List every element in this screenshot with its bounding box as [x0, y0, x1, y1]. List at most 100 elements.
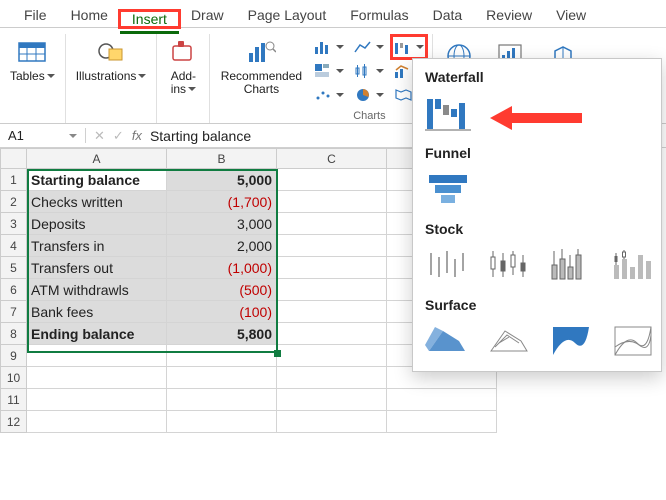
table-icon [16, 36, 48, 68]
row-header[interactable]: 4 [1, 235, 27, 257]
cell[interactable]: Ending balance [27, 323, 167, 345]
cell[interactable] [167, 389, 277, 411]
cell[interactable]: 5,800 [167, 323, 277, 345]
cell[interactable]: 5,000 [167, 169, 277, 191]
surface-thumb-4[interactable] [611, 321, 655, 361]
cell[interactable] [277, 213, 387, 235]
cell[interactable] [27, 345, 167, 367]
row-header[interactable]: 2 [1, 191, 27, 213]
cell[interactable]: ATM withdrawls [27, 279, 167, 301]
cell[interactable] [27, 389, 167, 411]
cell[interactable] [167, 367, 277, 389]
panel-section-stock: Stock [425, 221, 649, 237]
row-header[interactable]: 3 [1, 213, 27, 235]
name-box-value: A1 [8, 128, 24, 143]
cancel-icon[interactable]: ✕ [94, 128, 105, 144]
cell[interactable] [277, 235, 387, 257]
row-header[interactable]: 9 [1, 345, 27, 367]
cell[interactable]: (100) [167, 301, 277, 323]
statistic-chart-button[interactable] [352, 60, 386, 82]
surface-thumb-1[interactable] [425, 321, 469, 361]
cell[interactable]: Checks written [27, 191, 167, 213]
waterfall-thumb[interactable] [425, 93, 471, 133]
funnel-thumb[interactable] [425, 169, 471, 209]
tab-review[interactable]: Review [474, 2, 544, 27]
cell[interactable] [277, 345, 387, 367]
select-all-corner[interactable] [1, 149, 27, 169]
stock-thumb-2[interactable] [487, 245, 531, 285]
cell[interactable]: Deposits [27, 213, 167, 235]
cell[interactable]: 2,000 [167, 235, 277, 257]
row-header[interactable]: 5 [1, 257, 27, 279]
tab-data[interactable]: Data [421, 2, 475, 27]
column-chart-button[interactable] [312, 36, 346, 58]
cell[interactable] [277, 169, 387, 191]
cell[interactable] [277, 191, 387, 213]
addins-button[interactable]: Add- ins [163, 34, 203, 98]
name-box[interactable]: A1 [0, 128, 86, 143]
cell[interactable]: Starting balance [27, 169, 167, 191]
scatter-chart-button[interactable] [312, 84, 346, 106]
row-header[interactable]: 6 [1, 279, 27, 301]
cell[interactable] [277, 389, 387, 411]
tab-view[interactable]: View [544, 2, 598, 27]
cell[interactable] [277, 257, 387, 279]
row-header[interactable]: 7 [1, 301, 27, 323]
cell[interactable]: (1,000) [167, 257, 277, 279]
cell[interactable] [167, 345, 277, 367]
panel-section-funnel: Funnel [425, 145, 649, 161]
formula-input[interactable]: Starting balance [150, 128, 251, 144]
waterfall-chart-button[interactable] [392, 36, 426, 58]
fx-icon[interactable]: fx [132, 128, 142, 143]
chart-type-grid [312, 34, 426, 106]
illustrations-button[interactable]: Illustrations [72, 34, 151, 85]
cell[interactable]: Transfers out [27, 257, 167, 279]
tab-home[interactable]: Home [59, 2, 120, 27]
tab-page-layout[interactable]: Page Layout [236, 2, 339, 27]
cell[interactable] [277, 323, 387, 345]
tab-formulas[interactable]: Formulas [338, 2, 420, 27]
row-header[interactable]: 1 [1, 169, 27, 191]
row-header[interactable]: 8 [1, 323, 27, 345]
tab-insert[interactable]: Insert [120, 6, 179, 34]
illustrations-label: Illustrations [76, 70, 147, 83]
pie-chart-button[interactable] [352, 84, 386, 106]
tab-file[interactable]: File [12, 2, 59, 27]
cell[interactable]: (500) [167, 279, 277, 301]
cell[interactable] [27, 367, 167, 389]
column-header-C[interactable]: C [277, 149, 387, 169]
cell[interactable] [387, 411, 497, 433]
cell[interactable]: (1,700) [167, 191, 277, 213]
cell[interactable] [387, 389, 497, 411]
surface-thumb-2[interactable] [487, 321, 531, 361]
cell[interactable] [277, 301, 387, 323]
cell[interactable] [277, 367, 387, 389]
stock-thumb-1[interactable] [425, 245, 469, 285]
cell[interactable] [277, 411, 387, 433]
stock-thumb-3[interactable] [549, 245, 593, 285]
enter-icon[interactable]: ✓ [113, 128, 124, 144]
recommended-charts-icon [245, 36, 277, 68]
tab-draw[interactable]: Draw [179, 2, 236, 27]
cell[interactable] [27, 411, 167, 433]
column-header-B[interactable]: B [167, 149, 277, 169]
group-addins: Add- ins [157, 34, 210, 123]
cell[interactable] [167, 411, 277, 433]
stock-thumb-4[interactable] [611, 245, 655, 285]
addins-icon [167, 36, 199, 68]
cell[interactable]: Bank fees [27, 301, 167, 323]
row-header[interactable]: 10 [1, 367, 27, 389]
row-header[interactable]: 12 [1, 411, 27, 433]
tables-button[interactable]: Tables [6, 34, 59, 85]
line-chart-button[interactable] [352, 36, 386, 58]
cell[interactable]: Transfers in [27, 235, 167, 257]
hierarchy-chart-button[interactable] [312, 60, 346, 82]
annotation-arrow [478, 106, 582, 130]
column-header-A[interactable]: A [27, 149, 167, 169]
recommended-charts-button[interactable]: Recommended Charts [216, 34, 306, 98]
row-header[interactable]: 11 [1, 389, 27, 411]
cell[interactable]: 3,000 [167, 213, 277, 235]
surface-thumb-3[interactable] [549, 321, 593, 361]
cell[interactable] [277, 279, 387, 301]
panel-section-surface: Surface [425, 297, 649, 313]
